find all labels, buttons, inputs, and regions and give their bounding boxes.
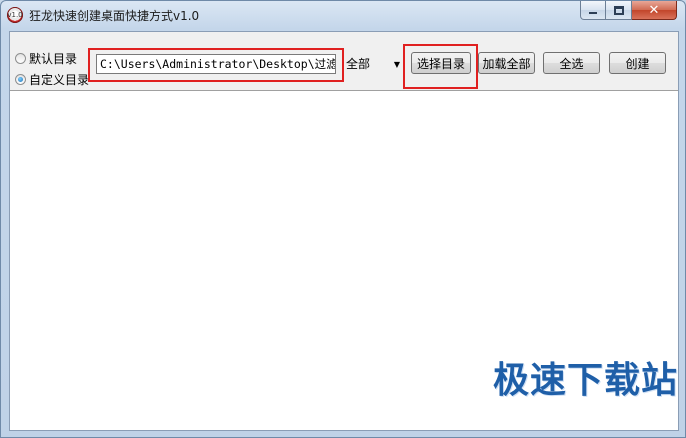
create-button[interactable]: 创建 — [609, 52, 666, 74]
maximize-icon — [613, 5, 624, 15]
close-button[interactable]: ✕ — [632, 1, 677, 20]
app-logo-icon: v1.0 — [7, 7, 23, 23]
radio-default-dir[interactable]: 默认目录 — [15, 50, 77, 67]
chevron-down-icon[interactable]: ▼ — [394, 60, 400, 69]
app-window: v1.0 狂龙快速创建桌面快捷方式v1.0 ✕ 默认目录 自定义目录 C:\Us… — [0, 0, 686, 438]
load-all-button[interactable]: 加载全部 — [478, 52, 535, 74]
path-highlight-box — [88, 48, 344, 82]
radio-custom-dir-indicator[interactable] — [15, 74, 26, 85]
watermark-logo: 极速下载站 — [493, 360, 679, 401]
caption-buttons: ✕ — [580, 1, 677, 21]
window-title: 狂龙快速创建桌面快捷方式v1.0 — [29, 9, 200, 23]
select-all-button[interactable]: 全选 — [543, 52, 600, 74]
choose-directory-highlight-box — [403, 44, 478, 89]
app-logo-icon-text: v1.0 — [7, 11, 23, 19]
close-icon: ✕ — [648, 2, 660, 18]
title-bar[interactable]: v1.0 狂龙快速创建桌面快捷方式v1.0 ✕ — [1, 1, 685, 29]
filter-select-value: 全部 — [346, 57, 371, 71]
radio-default-dir-indicator[interactable] — [15, 53, 26, 64]
radio-default-dir-label: 默认目录 — [29, 52, 78, 66]
radio-custom-dir-label: 自定义目录 — [29, 73, 90, 87]
filter-select[interactable]: 全部 ▼ — [344, 53, 402, 74]
radio-custom-dir[interactable]: 自定义目录 — [15, 71, 89, 88]
minimize-button[interactable] — [580, 1, 606, 20]
maximize-button[interactable] — [606, 1, 632, 20]
minimize-icon — [589, 11, 597, 14]
